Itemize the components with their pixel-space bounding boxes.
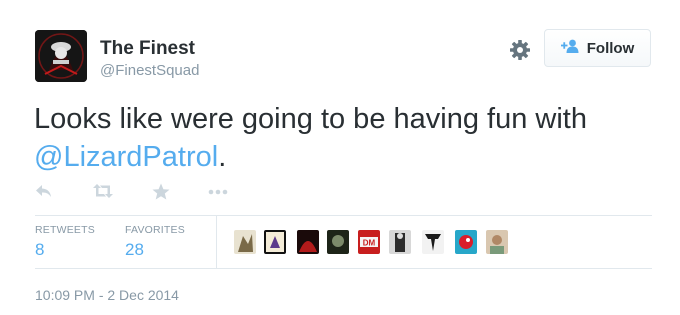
mention-link[interactable]: @LizardPatrol <box>34 141 218 173</box>
author-avatar[interactable] <box>35 30 87 82</box>
retweet-icon[interactable] <box>92 183 116 203</box>
tweet-timestamp[interactable]: 10:09 PM - 2 Dec 2014 <box>35 287 179 303</box>
divider-top <box>35 215 652 216</box>
favoriter-avatar[interactable] <box>327 230 349 254</box>
favorites-count[interactable]: 28 <box>125 240 144 260</box>
gear-icon[interactable] <box>508 38 532 62</box>
tweet-text-body: Looks like were going to be having fun w… <box>34 103 587 135</box>
add-user-icon <box>560 39 580 58</box>
author-handle[interactable]: @FinestSquad <box>100 62 199 79</box>
divider-bottom <box>35 268 652 269</box>
favoriter-avatar[interactable] <box>422 230 444 254</box>
retweets-label: RETWEETS <box>35 224 95 236</box>
favoriter-avatar[interactable]: DM <box>358 230 380 254</box>
follow-label: Follow <box>586 39 635 57</box>
favoriter-avatar[interactable] <box>455 230 477 254</box>
favorites-label: FAVORITES <box>125 224 185 236</box>
tweet-text-end: . <box>218 141 227 173</box>
follow-button[interactable]: Follow <box>544 29 651 67</box>
favoriter-avatar[interactable] <box>297 230 319 254</box>
retweets-count[interactable]: 8 <box>35 240 44 260</box>
favoriter-avatar[interactable] <box>486 230 508 254</box>
reply-icon[interactable] <box>35 183 57 203</box>
favorite-icon[interactable] <box>152 183 174 203</box>
tweet-text: Looks like were going to be having fun w… <box>34 100 654 176</box>
more-icon[interactable] <box>207 183 229 203</box>
favoriter-avatar[interactable] <box>234 230 256 254</box>
author-name[interactable]: The Finest <box>100 38 195 60</box>
favoriter-avatar[interactable] <box>264 230 286 254</box>
favoriter-avatar[interactable] <box>389 230 411 254</box>
stats-separator <box>216 216 217 268</box>
svg-text:DM: DM <box>363 239 376 248</box>
